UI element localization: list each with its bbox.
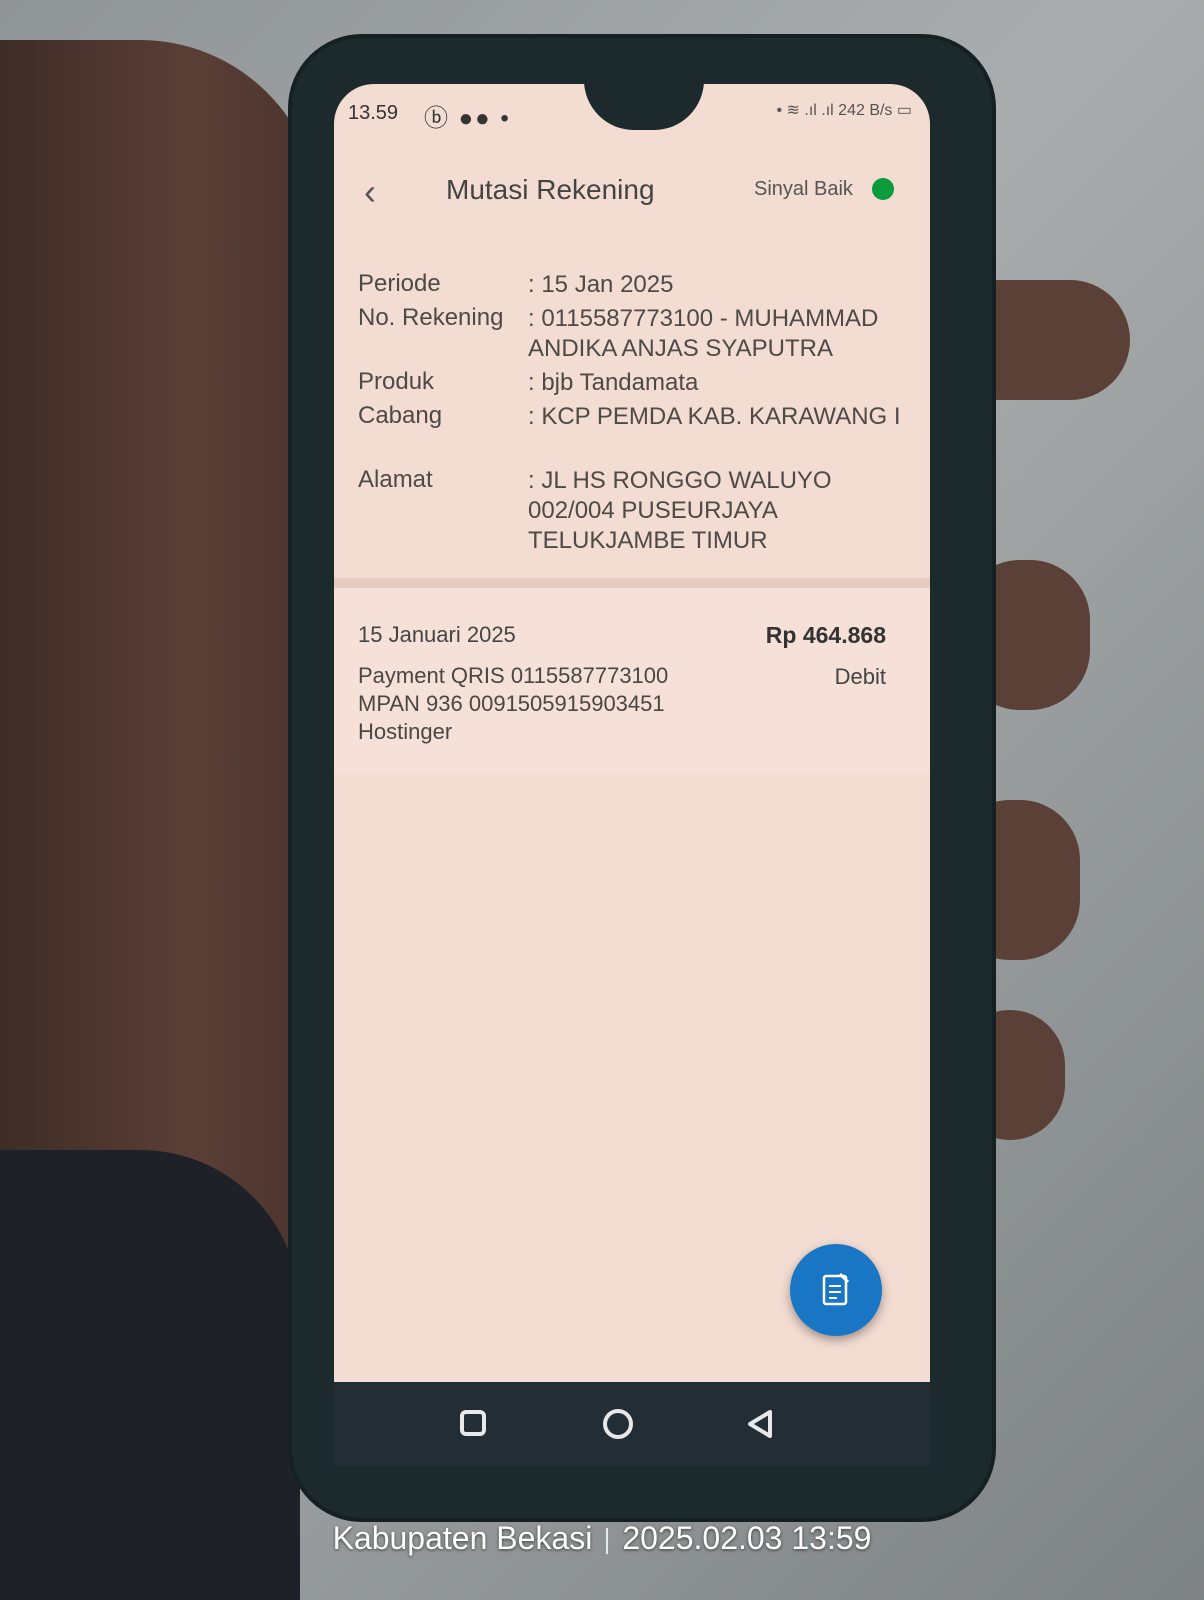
info-label: Alamat <box>358 466 433 493</box>
info-value: : KCP PEMDA KAB. KARAWANG I <box>528 403 901 430</box>
transaction-amount: Rp 464.868 <box>765 622 886 648</box>
info-value: : 15 Jan 2025 <box>528 271 674 298</box>
info-label: No. Rekening <box>358 304 504 331</box>
watermark-datetime: 2025.02.03 13:59 <box>622 1520 872 1556</box>
status-time: 13.59 <box>348 102 399 124</box>
watermark-separator <box>606 1527 609 1554</box>
back-arrow-icon[interactable]: ‹ <box>364 172 404 212</box>
notification-icons: ⓑ ●● • <box>424 105 511 132</box>
page-title: Mutasi Rekening <box>446 174 655 205</box>
info-label: Produk <box>358 368 435 395</box>
transaction-type: Debit <box>834 664 886 689</box>
system-nav-bar <box>334 1382 930 1466</box>
photo-watermark: Kabupaten Bekasi 2025.02.03 13:59 <box>0 1520 1204 1557</box>
app-bar: ‹ Mutasi Rekening Sinyal Baik <box>334 144 930 224</box>
info-label: Periode <box>358 270 441 297</box>
info-value: : bjb Tandamata <box>528 369 699 396</box>
back-triangle-icon[interactable] <box>740 1404 780 1444</box>
signal-status-dot <box>872 178 894 200</box>
info-value: : JL HS RONGGO WALUYO 002/004 PUSEURJAYA… <box>528 467 832 554</box>
home-circle-icon[interactable] <box>598 1404 638 1444</box>
download-pdf-button[interactable] <box>790 1244 882 1336</box>
info-value: : 0115587773100 - MUHAMMAD ANDIKA ANJAS … <box>528 305 879 362</box>
recents-square-icon[interactable] <box>454 1404 494 1444</box>
signal-status-label: Sinyal Baik <box>754 178 853 200</box>
watermark-location: Kabupaten Bekasi <box>332 1520 593 1556</box>
signal-battery-icons: • ≋ .ıl .ıl 242 B/s ▭ <box>776 102 912 119</box>
phone-screen: 13.59 ⓑ ●● • • ≋ .ıl .ıl 242 B/s ▭ ‹ Mut… <box>334 84 930 1404</box>
account-info: Periode : 15 Jan 2025 No. Rekening : 011… <box>334 254 930 584</box>
transaction-item[interactable]: 15 Januari 2025 Rp 464.868 Payment QRIS … <box>334 588 930 774</box>
transaction-date: 15 Januari 2025 <box>358 622 516 647</box>
pdf-document-icon <box>822 1272 850 1306</box>
section-divider <box>334 578 930 588</box>
network-speed: 242 B/s <box>838 102 893 119</box>
info-label: Cabang <box>358 402 443 429</box>
transaction-description: Payment QRIS 0115587773100 MPAN 936 0091… <box>358 663 669 744</box>
